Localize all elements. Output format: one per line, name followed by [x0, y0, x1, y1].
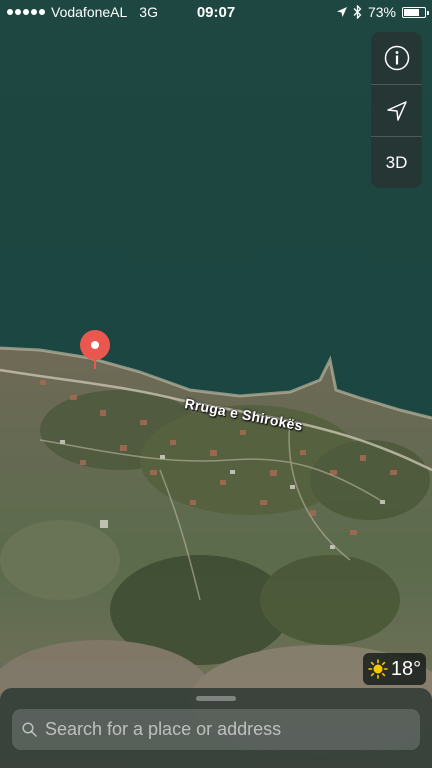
- info-icon: [384, 45, 409, 71]
- location-services-icon: [336, 6, 347, 17]
- search-input[interactable]: [45, 709, 415, 750]
- search-field[interactable]: [12, 709, 420, 750]
- view-3d-button[interactable]: 3D: [371, 136, 422, 188]
- battery-icon: [402, 6, 429, 18]
- bluetooth-icon: [353, 5, 362, 19]
- sheet-grabber[interactable]: [196, 696, 236, 701]
- status-right: 73%: [336, 4, 429, 20]
- weather-badge[interactable]: 18°: [363, 653, 426, 685]
- temperature: 18°: [390, 657, 422, 680]
- battery-level: [404, 8, 419, 16]
- location-arrow-icon: [386, 101, 407, 121]
- info-button[interactable]: [371, 32, 422, 84]
- map-controls: 3D: [371, 32, 422, 188]
- track-location-button[interactable]: [371, 84, 422, 137]
- map-pin-icon[interactable]: [79, 329, 111, 369]
- search-sheet: [0, 688, 432, 768]
- battery-percent: 73%: [367, 4, 396, 20]
- search-icon: [22, 722, 37, 737]
- status-bar: VodafoneAL 3G 09:07 73%: [0, 0, 432, 24]
- sun-icon: [368, 659, 388, 679]
